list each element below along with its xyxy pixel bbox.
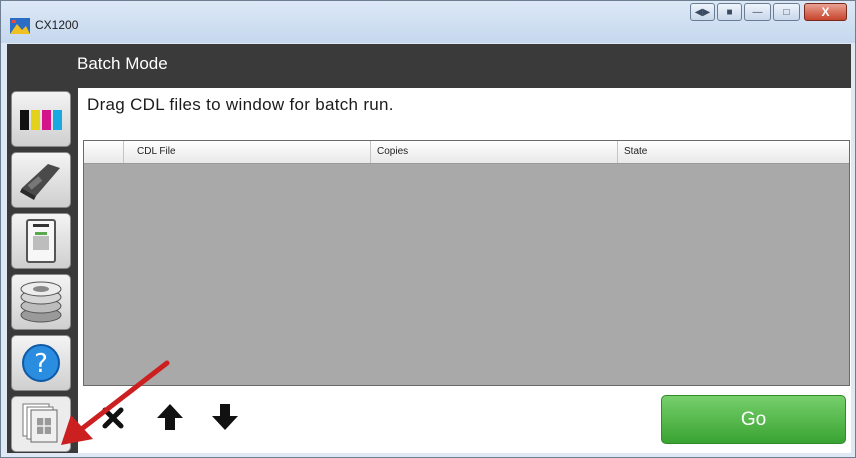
- printer-icon: [26, 219, 56, 263]
- select-column-header[interactable]: [84, 141, 124, 163]
- media-rolls-icon: [20, 281, 62, 323]
- color-bars-icon: [20, 110, 62, 130]
- instruction-text: Drag CDL files to window for batch run.: [87, 95, 394, 114]
- help-icon: ?: [22, 344, 60, 382]
- batch-panel: Drag CDL files to window for batch run. …: [78, 88, 851, 453]
- sidebar-item-batch-mode[interactable]: [11, 396, 71, 452]
- maximize-button[interactable]: □: [773, 3, 800, 21]
- sidebar-item-printer[interactable]: [11, 213, 71, 269]
- table-header: CDL File Copies State: [84, 141, 849, 164]
- window-controls: ◀▶ ■ — □ X: [690, 3, 847, 21]
- column-header-state[interactable]: State: [619, 141, 849, 163]
- move-down-icon[interactable]: [210, 402, 240, 432]
- column-header-copies[interactable]: Copies: [372, 141, 618, 163]
- batch-mode-icon: [22, 403, 58, 443]
- nav-arrows-icon[interactable]: ◀▶: [690, 3, 715, 21]
- printhead-icon: [20, 164, 60, 200]
- batch-table[interactable]: CDL File Copies State: [83, 140, 850, 386]
- sidebar-item-printhead[interactable]: [11, 152, 71, 208]
- window-title: CX1200: [35, 18, 79, 32]
- move-up-icon[interactable]: [155, 402, 185, 432]
- svg-text:?: ?: [34, 349, 48, 379]
- sidebar-item-color[interactable]: [11, 91, 71, 147]
- remove-icon[interactable]: [98, 402, 128, 432]
- minimize-button[interactable]: —: [744, 3, 771, 21]
- sidebar-item-help[interactable]: ?: [11, 335, 71, 391]
- page-title: Batch Mode: [77, 54, 168, 73]
- title-bar[interactable]: CX1200 ◀▶ ■ — □ X: [1, 1, 855, 43]
- snap-icon[interactable]: ■: [717, 3, 742, 21]
- app-client-area: Batch Mode ? Drag CDL files to window fo…: [7, 44, 851, 453]
- app-window: CX1200 ◀▶ ■ — □ X Batch Mode ? Drag CDL …: [0, 0, 856, 458]
- sidebar-item-media[interactable]: [11, 274, 71, 330]
- go-button[interactable]: Go: [661, 395, 846, 444]
- column-header-cdl-file[interactable]: CDL File: [125, 141, 371, 163]
- app-logo-icon: [10, 18, 30, 34]
- close-button[interactable]: X: [804, 3, 847, 21]
